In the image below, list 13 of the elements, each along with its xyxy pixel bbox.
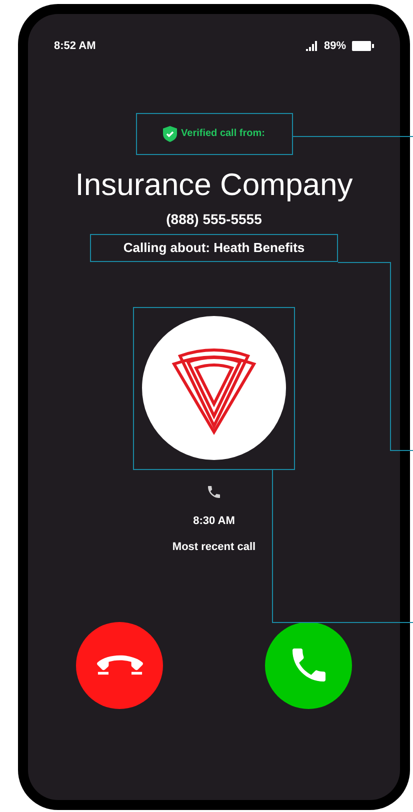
caller-number: (888) 555-5555 [166,210,262,229]
battery-icon [352,41,374,52]
caller-name: Insurance Company [75,166,353,204]
phone-icon [206,484,222,500]
status-time: 8:52 AM [54,39,96,54]
recent-call-time: 8:30 AM [193,514,235,528]
call-reason: Calling about: Heath Benefits [90,234,338,262]
hang-up-icon [96,655,142,675]
recent-call-label: Most recent call [172,540,256,555]
battery-percentage: 89% [324,39,346,54]
shield-check-icon [163,126,178,142]
signal-icon [306,41,318,52]
verified-label: Verified call from: [181,127,265,141]
